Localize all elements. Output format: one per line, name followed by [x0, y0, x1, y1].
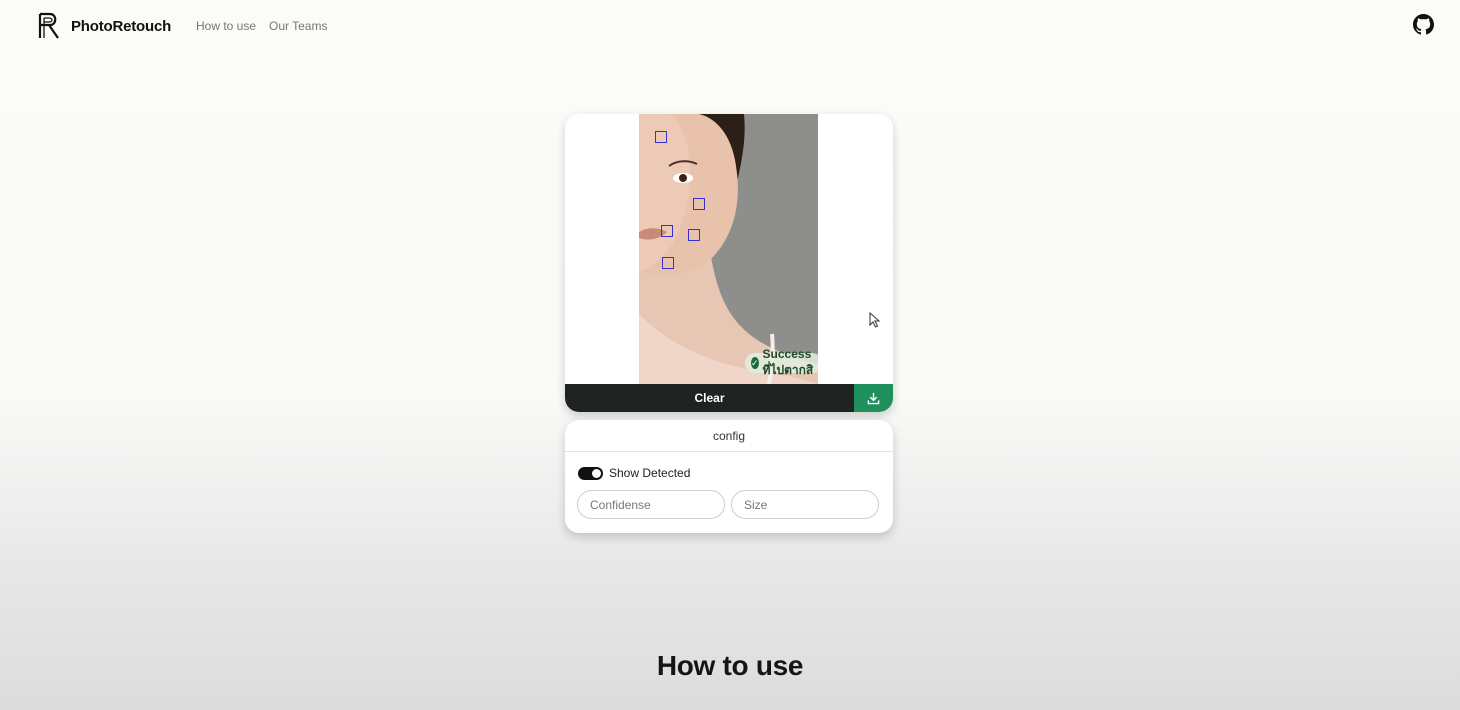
download-icon [867, 392, 880, 404]
show-detected-row: Show Detected [578, 466, 690, 480]
how-to-use-heading: How to use [656, 650, 804, 681]
toggle-knob [592, 468, 601, 478]
clear-button[interactable]: Clear [565, 384, 854, 412]
result-card: ✓ Success ที่ไปตากสิ Clear [565, 114, 893, 412]
detection-box [662, 257, 674, 269]
result-actions: Clear [565, 384, 893, 412]
brand-name: PhotoRetouch [71, 17, 172, 35]
detection-box [661, 225, 673, 237]
check-circle-icon: ✓ [751, 357, 759, 369]
brand[interactable]: PhotoRetouch [37, 11, 171, 41]
detection-box [655, 131, 667, 143]
nav-link-how-to-use[interactable]: How to use [196, 19, 256, 33]
show-detected-toggle[interactable] [578, 466, 603, 480]
show-detected-label: Show Detected [609, 466, 691, 480]
github-icon[interactable] [1413, 14, 1434, 35]
result-photo: ✓ Success ที่ไปตากสิ [639, 114, 818, 384]
mouse-cursor-icon [869, 312, 880, 328]
navbar: PhotoRetouch How to use Our Teams [0, 0, 1460, 52]
nav-link-our-teams[interactable]: Our Teams [269, 19, 327, 33]
config-card: config Show Detected [565, 420, 893, 533]
confidence-input[interactable] [577, 490, 725, 519]
config-title: config [565, 420, 893, 452]
status-text: Success ที่ไปตากสิ [762, 346, 814, 377]
status-badge: ✓ Success ที่ไปตากสิ [745, 347, 818, 377]
detection-box [693, 198, 705, 210]
detection-box [688, 229, 700, 241]
logo-icon [38, 12, 59, 39]
portrait-image [639, 114, 818, 384]
download-button[interactable] [854, 384, 893, 412]
size-input[interactable] [731, 490, 879, 519]
